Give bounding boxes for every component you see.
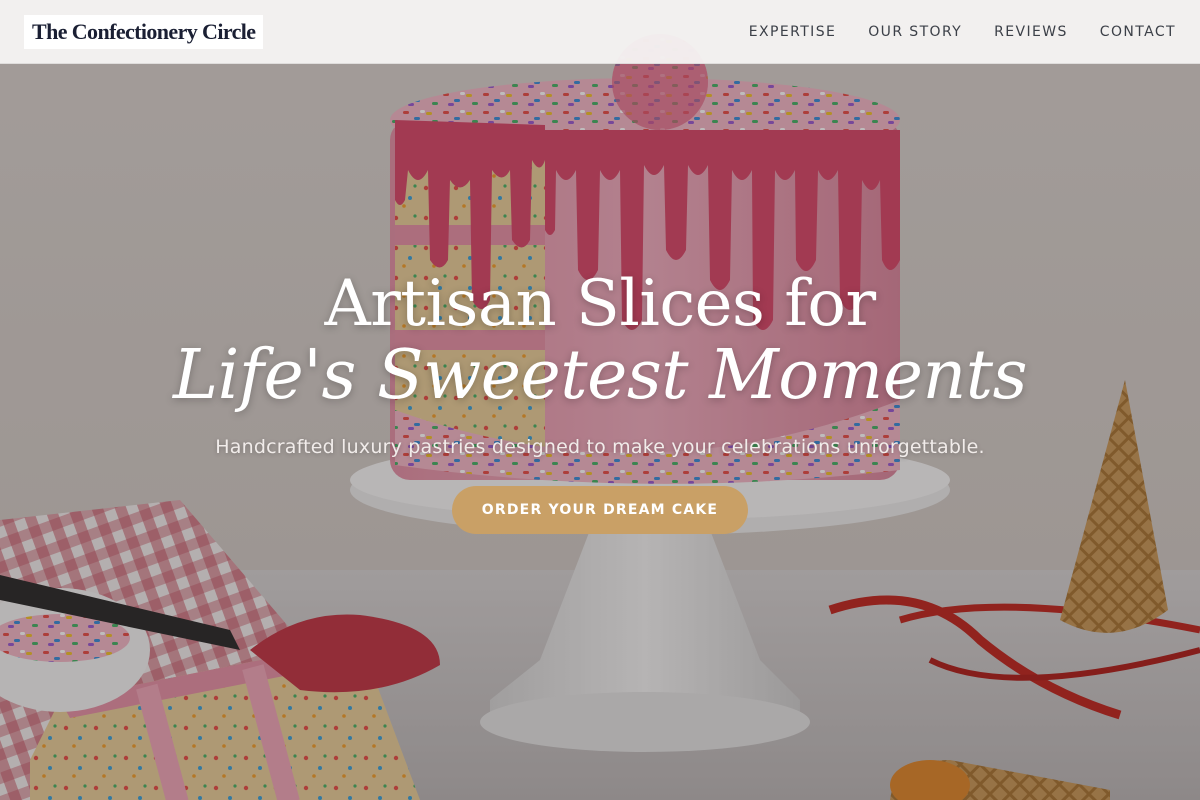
hero-headline-line1: Artisan Slices for	[324, 267, 876, 341]
nav-link-reviews[interactable]: REVIEWS	[994, 24, 1068, 40]
hero-headline-line2: Life's Sweetest Moments	[172, 336, 1028, 415]
top-navbar: The Confectionery Circle EXPERTISE OUR S…	[0, 0, 1200, 64]
brand-logo[interactable]: The Confectionery Circle	[24, 14, 264, 49]
nav-link-contact[interactable]: CONTACT	[1100, 24, 1176, 40]
hero-subtitle: Handcrafted luxury pastries designed to …	[215, 436, 985, 458]
hero-section: Artisan Slices for Life's Sweetest Momen…	[0, 0, 1200, 800]
hero-content: Artisan Slices for Life's Sweetest Momen…	[0, 272, 1200, 534]
nav-link-our-story[interactable]: OUR STORY	[868, 24, 962, 40]
nav-link-expertise[interactable]: EXPERTISE	[749, 24, 836, 40]
order-cake-button[interactable]: ORDER YOUR DREAM CAKE	[452, 486, 748, 534]
nav-links: EXPERTISE OUR STORY REVIEWS CONTACT	[717, 24, 1176, 40]
hero-headline: Artisan Slices for Life's Sweetest Momen…	[0, 272, 1200, 410]
